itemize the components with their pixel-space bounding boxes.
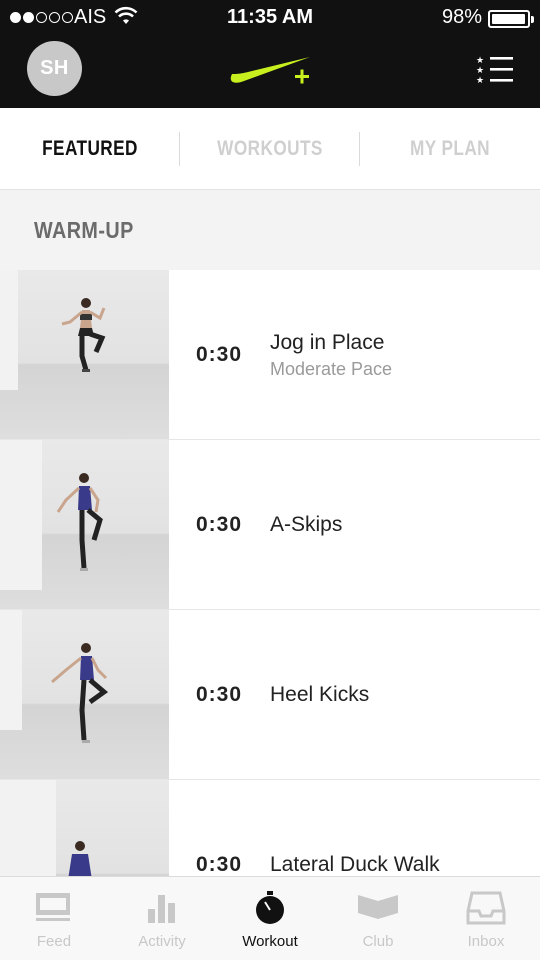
section-title: WARM-UP bbox=[34, 217, 134, 243]
svg-text:★: ★ bbox=[476, 66, 484, 76]
nav-label: Inbox bbox=[467, 933, 505, 950]
avatar-initials: SH bbox=[40, 57, 69, 79]
exercise-list: 0:30 Jog in Place Moderate Pace 0:30 A-S… bbox=[0, 270, 540, 950]
club-icon bbox=[358, 895, 398, 919]
exercise-subtitle: Moderate Pace bbox=[270, 358, 393, 379]
nav-label: Workout bbox=[242, 933, 298, 950]
battery-icon bbox=[488, 10, 534, 28]
nike-plus-logo bbox=[230, 57, 310, 84]
nav-label: Feed bbox=[36, 933, 72, 950]
exercise-thumbnail bbox=[0, 270, 169, 439]
exercise-row[interactable]: 0:30 Jog in Place Moderate Pace bbox=[0, 270, 540, 440]
nav-inbox[interactable]: Inbox bbox=[432, 877, 540, 960]
top-bar: AIS 11:35 AM 98% SH ★ ★ ★ bbox=[0, 0, 540, 108]
nav-label: Club bbox=[362, 933, 394, 950]
nav-feed[interactable]: Feed bbox=[0, 877, 108, 960]
nav-club[interactable]: Club bbox=[324, 877, 432, 960]
profile-avatar[interactable]: SH bbox=[27, 41, 82, 96]
exercise-name: A-Skips bbox=[270, 513, 343, 536]
svg-text:★: ★ bbox=[476, 76, 484, 85]
svg-text:★: ★ bbox=[476, 56, 484, 66]
exercise-name: Heel Kicks bbox=[270, 683, 370, 706]
exercise-duration: 0:30 bbox=[196, 513, 243, 536]
nav-label: Activity bbox=[138, 933, 186, 950]
tab-divider bbox=[359, 132, 360, 166]
battery-percent: 98% bbox=[441, 6, 482, 28]
status-bar: AIS 11:35 AM 98% bbox=[0, 0, 540, 36]
segment-tabs: FEATURED WORKOUTS MY PLAN bbox=[0, 108, 540, 190]
section-header: WARM-UP bbox=[0, 190, 540, 270]
exercise-thumbnail bbox=[0, 440, 169, 609]
tab-featured[interactable]: FEATURED bbox=[16, 137, 164, 161]
activity-bars-icon bbox=[148, 895, 175, 923]
nav-workout[interactable]: Workout bbox=[216, 877, 324, 960]
inbox-tray-icon bbox=[466, 891, 506, 925]
feed-icon bbox=[36, 893, 70, 921]
exercise-name: Jog in Place bbox=[270, 330, 385, 354]
tab-divider bbox=[179, 132, 180, 166]
exercise-duration: 0:30 bbox=[196, 343, 243, 366]
nav-activity[interactable]: Activity bbox=[108, 877, 216, 960]
stopwatch-icon bbox=[256, 891, 284, 924]
tab-my-plan[interactable]: MY PLAN bbox=[376, 137, 524, 161]
star-list-icon[interactable]: ★ ★ ★ bbox=[476, 55, 516, 85]
exercise-thumbnail bbox=[0, 610, 169, 779]
exercise-duration: 0:30 bbox=[196, 683, 243, 706]
bottom-nav: Feed Activity Workout Club Inbox bbox=[0, 876, 540, 960]
exercise-row[interactable]: 0:30 A-Skips bbox=[0, 440, 540, 610]
exercise-row[interactable]: 0:30 Heel Kicks bbox=[0, 610, 540, 780]
exercise-name: Lateral Duck Walk bbox=[270, 853, 440, 876]
tab-workouts[interactable]: WORKOUTS bbox=[196, 137, 344, 161]
